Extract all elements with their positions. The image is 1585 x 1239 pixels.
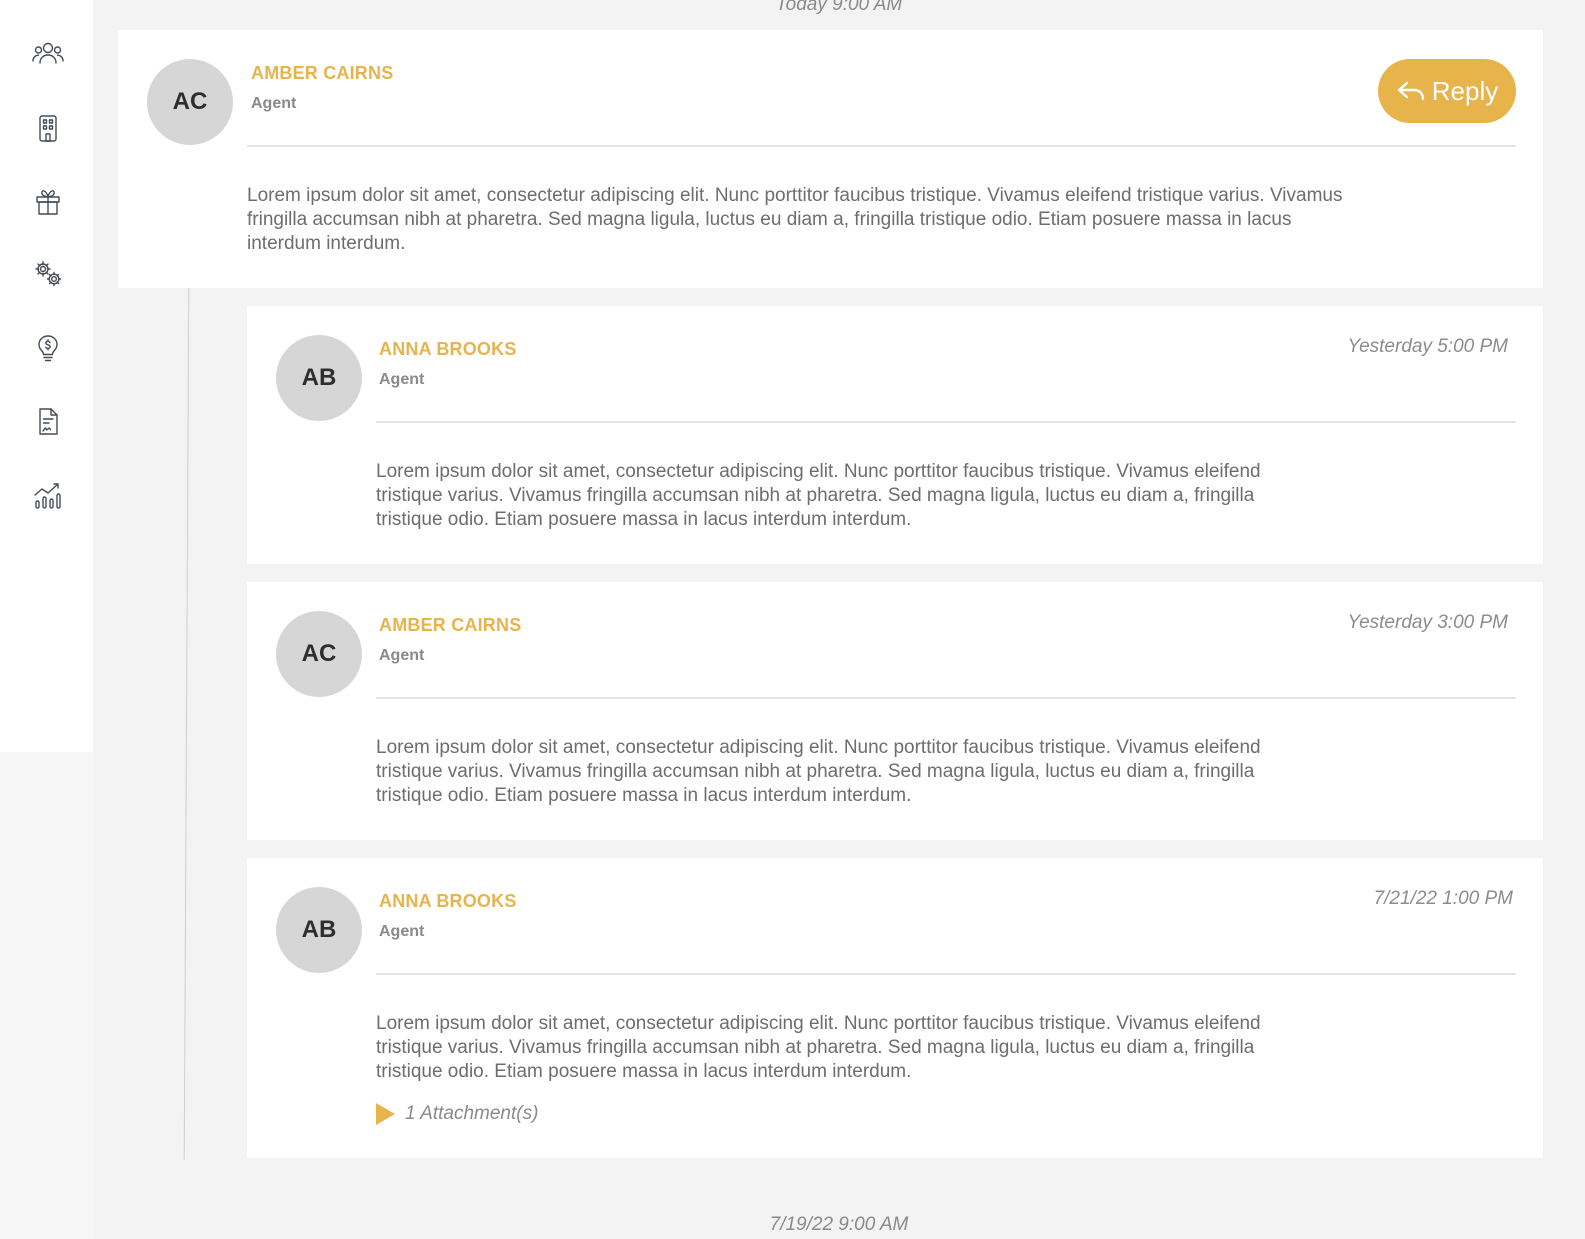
reply-arrow-icon xyxy=(1397,81,1424,101)
message-body: Lorem ipsum dolor sit amet, consectetur … xyxy=(376,1013,1261,1082)
author-role: Agent xyxy=(379,647,425,664)
sidebar xyxy=(0,0,93,1239)
gift-icon[interactable] xyxy=(28,181,68,221)
building-icon[interactable] xyxy=(28,108,68,148)
attachment-label: 1 Attachment(s) xyxy=(405,1103,539,1124)
message-card: AC AMBER CAIRNS Agent Yesterday 3:00 PM … xyxy=(247,582,1543,840)
message-card: AB ANNA BROOKS Agent Yesterday 5:00 PM L… xyxy=(247,306,1543,564)
message-body: Lorem ipsum dolor sit amet, consectetur … xyxy=(376,737,1261,806)
lightbulb-dollar-icon[interactable] xyxy=(28,328,68,368)
message-timestamp: 7/21/22 1:00 PM xyxy=(1373,888,1513,909)
author-name: ANNA BROOKS xyxy=(379,891,517,911)
author-role: Agent xyxy=(251,95,297,112)
avatar: AC xyxy=(276,611,362,697)
analytics-chart-icon[interactable] xyxy=(28,475,68,515)
message-timestamp: Yesterday 3:00 PM xyxy=(1347,612,1508,633)
author-role: Agent xyxy=(379,923,425,940)
avatar: AB xyxy=(276,887,362,973)
date-divider-top: Today 9:00 AM xyxy=(775,0,903,15)
message-card: AB ANNA BROOKS Agent 7/21/22 1:00 PM Lor… xyxy=(247,858,1543,1158)
date-divider-bottom: 7/19/22 9:00 AM xyxy=(769,1214,909,1235)
message-timestamp: Yesterday 5:00 PM xyxy=(1347,336,1508,357)
sidebar-footer-panel xyxy=(0,752,93,1239)
divider xyxy=(247,145,1516,147)
expand-triangle-icon xyxy=(376,1103,395,1125)
settings-gears-icon[interactable] xyxy=(28,254,68,294)
divider xyxy=(376,697,1516,699)
author-role: Agent xyxy=(379,371,425,388)
message-card: AC AMBER CAIRNS Agent Lorem ipsum dolor … xyxy=(118,30,1543,288)
author-name: ANNA BROOKS xyxy=(379,339,517,359)
reply-label: Reply xyxy=(1431,75,1499,106)
author-name: AMBER CAIRNS xyxy=(251,63,394,83)
message-body: Lorem ipsum dolor sit amet, consectetur … xyxy=(376,461,1261,530)
attachment-toggle[interactable]: 1 Attachment(s) xyxy=(376,1103,538,1125)
reply-button[interactable]: Reply xyxy=(1378,59,1516,123)
author-name: AMBER CAIRNS xyxy=(379,615,522,635)
divider xyxy=(376,973,1516,975)
message-body: Lorem ipsum dolor sit amet, consectetur … xyxy=(247,185,1343,254)
users-icon[interactable] xyxy=(28,34,68,74)
avatar: AB xyxy=(276,335,362,421)
avatar: AC xyxy=(147,59,233,145)
document-signature-icon[interactable] xyxy=(28,401,68,441)
thread-connector-line xyxy=(183,288,190,1160)
divider xyxy=(376,421,1516,423)
